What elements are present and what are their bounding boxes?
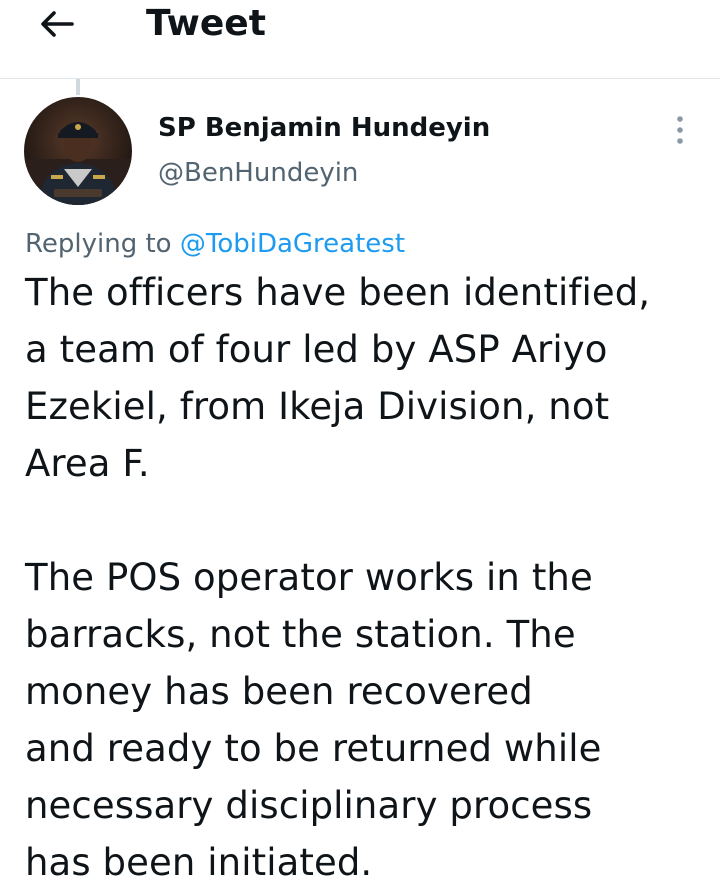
replying-to-line: Replying to @TobiDaGreatest	[25, 227, 405, 261]
tweet-text-line: The officers have been identified,	[25, 271, 651, 314]
author-display-name[interactable]: SP Benjamin Hundeyin	[158, 111, 490, 145]
page-title: Tweet	[146, 3, 266, 44]
replying-to-mention-link[interactable]: @TobiDaGreatest	[180, 229, 405, 259]
replying-to-label: Replying to	[25, 229, 180, 259]
tweet-text-line: a team of four led by ASP Ariyo	[25, 328, 608, 371]
top-app-bar: Tweet	[0, 0, 720, 79]
tweet-text-line: barracks, not the station. The	[25, 613, 576, 656]
more-vertical-icon	[677, 116, 683, 144]
avatar[interactable]	[24, 97, 132, 205]
tweet-text-line: Area F.	[25, 442, 150, 485]
tweet-text-line: and ready to be returned while	[25, 727, 602, 770]
arrow-left-icon	[41, 11, 74, 37]
tweet-text-line: necessary disciplinary process	[25, 784, 593, 827]
tweet-text-line: has been initiated.	[25, 841, 373, 884]
author-handle[interactable]: @BenHundeyin	[158, 156, 358, 190]
tweet-text-line: Ezekiel, from Ikeja Division, not	[25, 385, 610, 428]
tweet-text-line: money has been recovered	[25, 670, 533, 713]
more-options-button[interactable]	[664, 112, 696, 148]
tweet-text: The officers have been identified, a tea…	[25, 264, 705, 891]
tweet-text-line: The POS operator works in the	[25, 556, 593, 599]
profile-photo-icon	[24, 97, 132, 205]
back-button[interactable]	[30, 4, 82, 44]
thread-connector-line	[76, 79, 80, 95]
